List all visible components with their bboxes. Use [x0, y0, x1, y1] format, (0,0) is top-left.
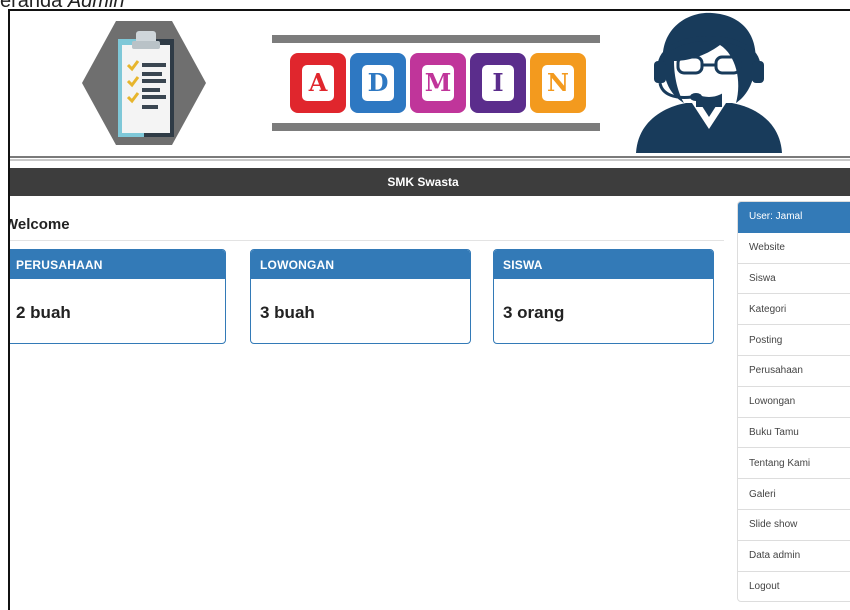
sidebar-item-perusahaan[interactable]: Perusahaan	[738, 356, 850, 387]
site-title[interactable]: SMK Swasta	[387, 175, 458, 189]
panel-value: 3 buah	[260, 303, 315, 322]
sidebar-item-galeri[interactable]: Galeri	[738, 479, 850, 510]
support-agent-icon	[636, 12, 782, 153]
sidebar-item-website[interactable]: Website	[738, 233, 850, 264]
browser-frame: A D M I N SMK Swasta Welcome PERUSAHAAN 2 bu…	[8, 9, 850, 610]
panel-title: PERUSAHAAN	[10, 250, 225, 279]
panel-title: LOWONGAN	[251, 250, 470, 279]
page-heading: Welcome	[8, 216, 70, 233]
clipboard-checklist-icon	[82, 21, 206, 145]
heading-divider	[10, 240, 724, 241]
sidebar-item-data-admin[interactable]: Data admin	[738, 541, 850, 572]
sidebar-item-lowongan[interactable]: Lowongan	[738, 387, 850, 418]
panel-lowongan: LOWONGAN 3 buah	[250, 249, 471, 344]
header-banner: ADMIN	[10, 11, 850, 156]
admin-letter: I	[492, 68, 503, 97]
panel-value: 2 buah	[16, 303, 71, 322]
sidebar-item-buku-tamu[interactable]: Buku Tamu	[738, 418, 850, 449]
sidebar-item-posting[interactable]: Posting	[738, 325, 850, 356]
sidebar-item-logout[interactable]: Logout	[738, 572, 850, 603]
admin-letter: M	[425, 68, 452, 97]
admin-letter: N	[547, 68, 569, 97]
top-navbar: SMK Swasta	[10, 168, 850, 196]
sidebar-item-slide-show[interactable]: Slide show	[738, 510, 850, 541]
sidebar-item-siswa[interactable]: Siswa	[738, 264, 850, 295]
banner-divider-light	[10, 159, 850, 161]
admin-title-logo: ADMIN	[272, 35, 600, 131]
sidebar-item-kategori[interactable]: Kategori	[738, 294, 850, 326]
panel-title: SISWA	[494, 250, 713, 279]
panel-perusahaan: PERUSAHAAN 2 buah	[10, 249, 226, 344]
sidebar-menu: User: Jamal Website Siswa Kategori Posti…	[737, 201, 850, 602]
admin-letter: D	[368, 68, 389, 97]
banner-divider	[10, 156, 850, 158]
panel-siswa: SISWA 3 orang	[493, 249, 714, 344]
sidebar-item-user[interactable]: User: Jamal	[738, 202, 850, 233]
admin-letter: A	[308, 68, 328, 97]
panel-value: 3 orang	[503, 303, 565, 322]
sidebar-item-tentang-kami[interactable]: Tentang Kami	[738, 448, 850, 480]
